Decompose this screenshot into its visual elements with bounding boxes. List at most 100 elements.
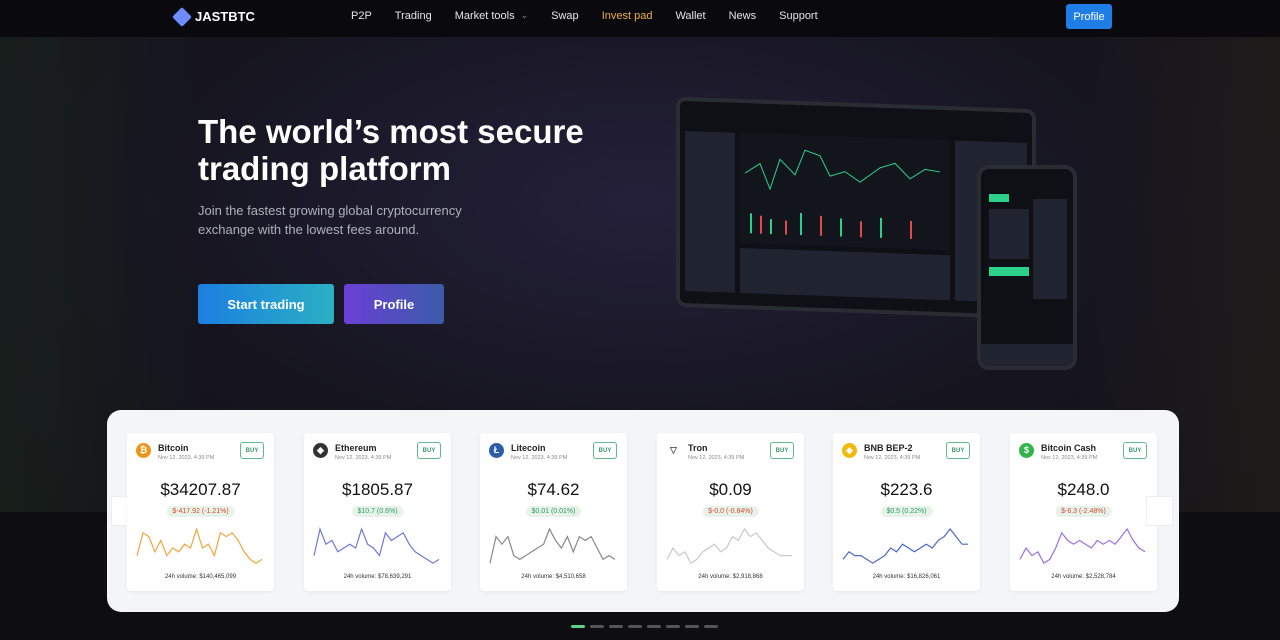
volume-text: 24h volume: $4,510,658 xyxy=(480,574,627,580)
volume-label: 24h volume: xyxy=(1051,574,1084,580)
volume-label: 24h volume: xyxy=(343,574,377,580)
buy-button[interactable]: BUY xyxy=(770,442,794,459)
brand-logo[interactable]: JASTBTC xyxy=(172,6,255,27)
coin-date: Nov 12, 2023, 4:39 PM xyxy=(1041,455,1098,461)
hero-title: The world’s most secure trading platform xyxy=(198,113,584,187)
sparkline-line xyxy=(842,528,968,564)
sparkline-chart xyxy=(136,526,263,564)
coin-date: Nov 12, 2023, 4:39 PM xyxy=(688,455,745,461)
coin-name: Litecoin xyxy=(511,443,546,453)
nav-item-support[interactable]: Support xyxy=(779,10,818,22)
pagination-dot[interactable] xyxy=(571,625,585,628)
litecoin-icon: Ł xyxy=(489,443,504,458)
profile-button[interactable]: Profile xyxy=(1066,4,1112,29)
coin-card: ₿ Bitcoin Nov 12, 2023, 4:39 PM BUY $342… xyxy=(127,433,274,591)
market-cards-panel: ₿ Bitcoin Nov 12, 2023, 4:39 PM BUY $342… xyxy=(107,410,1179,612)
carousel-next-button[interactable] xyxy=(1146,496,1173,526)
sparkline-line xyxy=(489,527,616,564)
sparkline-line xyxy=(666,527,792,565)
volume-text: 24h volume: $16,826,061 xyxy=(833,574,980,580)
volume-text: 24h volume: $2,918,868 xyxy=(657,574,804,580)
main-menu: P2P Trading Market tools ⌄ Swap Invest pad Wal… xyxy=(351,10,841,22)
pagination-dot[interactable] xyxy=(685,625,699,628)
hero-subtitle: Join the fastest growing global cryptocu… xyxy=(198,203,462,237)
price-change-badge: $-6.3 (-2.48%) xyxy=(1055,506,1112,517)
volume-value: $16,826,061 xyxy=(906,574,941,580)
nav-item-trading[interactable]: Trading xyxy=(395,10,432,22)
pagination-dot[interactable] xyxy=(704,625,718,628)
phone-screen-illustration xyxy=(981,194,1073,366)
volume-value: $140,465,099 xyxy=(199,574,237,580)
coin-date: Nov 12, 2023, 4:39 PM xyxy=(158,455,215,461)
volume-value: $2,528,784 xyxy=(1085,574,1116,580)
buy-button[interactable]: BUY xyxy=(240,442,264,459)
coin-price: $34207.87 xyxy=(160,480,241,499)
nav-item-market-tools[interactable]: Market tools xyxy=(455,10,515,22)
hero-profile-button[interactable]: Profile xyxy=(344,284,444,324)
price-change-badge: $0.01 (0.01%) xyxy=(525,506,582,517)
sparkline-line xyxy=(313,526,440,564)
start-trading-button[interactable]: Start trading xyxy=(198,284,334,324)
coin-price: $74.62 xyxy=(527,480,580,499)
buy-button[interactable]: BUY xyxy=(946,442,970,459)
phone-mockup-image xyxy=(977,165,1077,370)
volume-label: 24h volume: xyxy=(698,574,731,580)
price-change-badge: $-417.92 (-1.21%) xyxy=(166,506,235,517)
coin-price: $0.09 xyxy=(709,480,752,499)
pagination-dot[interactable] xyxy=(590,625,604,628)
nav-item-invest-pad[interactable]: Invest pad xyxy=(602,10,653,22)
ethereum-icon: ◆ xyxy=(313,443,328,458)
pagination-dot[interactable] xyxy=(628,625,642,628)
price-change-badge: $-0.0 (-0.84%) xyxy=(702,506,759,517)
coin-price: $1805.87 xyxy=(342,480,413,499)
volume-label: 24h volume: xyxy=(521,574,554,580)
pagination-dot[interactable] xyxy=(647,625,661,628)
sparkline-chart xyxy=(313,526,440,564)
sparkline-line xyxy=(1019,527,1146,565)
coin-date: Nov 12, 2023, 4:39 PM xyxy=(511,455,568,461)
buy-button[interactable]: BUY xyxy=(417,442,441,459)
coin-price: $223.6 xyxy=(880,480,933,499)
nav-item-news[interactable]: News xyxy=(729,10,757,22)
coin-card: ◈ BNB BEP-2 Nov 12, 2023, 4:39 PM BUY $2… xyxy=(833,433,980,591)
nav-item-swap[interactable]: Swap xyxy=(551,10,579,22)
nav-item-p2p[interactable]: P2P xyxy=(351,10,372,22)
coin-card: $ Bitcoin Cash Nov 12, 2023, 4:39 PM BUY… xyxy=(1010,433,1157,591)
top-nav: JASTBTC P2P Trading Market tools ⌄ Swap Inves… xyxy=(0,0,1280,37)
volume-text: 24h volume: $2,528,784 xyxy=(1010,574,1157,580)
sparkline-line xyxy=(136,526,263,564)
volume-value: $78,639,291 xyxy=(377,574,412,580)
coin-card: ◆ Ethereum Nov 12, 2023, 4:39 PM BUY $18… xyxy=(304,433,451,591)
volume-text: 24h volume: $78,639,291 xyxy=(304,574,451,580)
coin-name: Tron xyxy=(688,443,708,453)
price-change-badge: $0.5 (0.22%) xyxy=(880,506,933,517)
volume-value: $4,510,658 xyxy=(555,574,586,580)
coin-price: $248.0 xyxy=(1057,480,1110,499)
bitcoin-cash-icon: $ xyxy=(1019,443,1034,458)
buy-button[interactable]: BUY xyxy=(593,442,617,459)
coin-card: ▽ Tron Nov 12, 2023, 4:39 PM BUY $0.09 $… xyxy=(657,433,804,591)
coin-card: Ł Litecoin Nov 12, 2023, 4:39 PM BUY $74… xyxy=(480,433,627,591)
volume-text: 24h volume: $140,465,099 xyxy=(127,574,274,580)
bnb-icon: ◈ xyxy=(842,443,857,458)
coin-date: Nov 12, 2023, 4:39 PM xyxy=(864,455,921,461)
sparkline-chart xyxy=(666,527,792,565)
coin-name: Ethereum xyxy=(335,443,377,453)
volume-value: $2,918,868 xyxy=(732,574,763,580)
coin-name: Bitcoin Cash xyxy=(1041,443,1097,453)
coin-name: BNB BEP-2 xyxy=(864,443,913,453)
pagination-dot[interactable] xyxy=(666,625,680,628)
coin-name: Bitcoin xyxy=(158,443,189,453)
pagination-dot[interactable] xyxy=(609,625,623,628)
price-change-badge: $10.7 (0.6%) xyxy=(351,506,404,517)
sparkline-chart xyxy=(1019,527,1146,565)
logo-icon xyxy=(172,6,192,27)
chevron-down-icon[interactable]: ⌄ xyxy=(521,10,529,22)
buy-button[interactable]: BUY xyxy=(1123,442,1147,459)
volume-label: 24h volume: xyxy=(164,574,198,580)
brand-name: JASTBTC xyxy=(195,9,255,24)
volume-label: 24h volume: xyxy=(872,574,906,580)
nav-item-wallet[interactable]: Wallet xyxy=(675,10,705,22)
sparkline-chart xyxy=(842,528,968,564)
carousel-pagination xyxy=(571,625,718,628)
